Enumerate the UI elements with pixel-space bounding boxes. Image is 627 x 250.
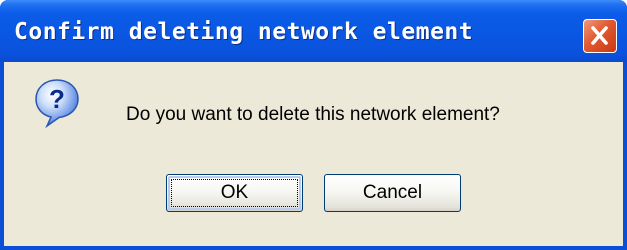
ok-button[interactable]: OK [166, 174, 303, 212]
dialog-title: Confirm deleting network element [14, 19, 474, 45]
cancel-button[interactable]: Cancel [324, 174, 461, 212]
dialog-body: ? Do you want to delete this network ele… [4, 62, 623, 246]
dialog-window: Confirm deleting network element ? Do yo… [0, 0, 627, 250]
close-icon [591, 26, 608, 45]
svg-text:?: ? [49, 84, 65, 114]
ok-button-label: OK [220, 182, 249, 203]
close-button[interactable] [583, 19, 617, 53]
cancel-button-label: Cancel [362, 182, 423, 203]
title-bar[interactable]: Confirm deleting network element [0, 0, 627, 62]
confirmation-message: Do you want to delete this network eleme… [126, 104, 500, 125]
question-icon: ? [35, 79, 79, 128]
